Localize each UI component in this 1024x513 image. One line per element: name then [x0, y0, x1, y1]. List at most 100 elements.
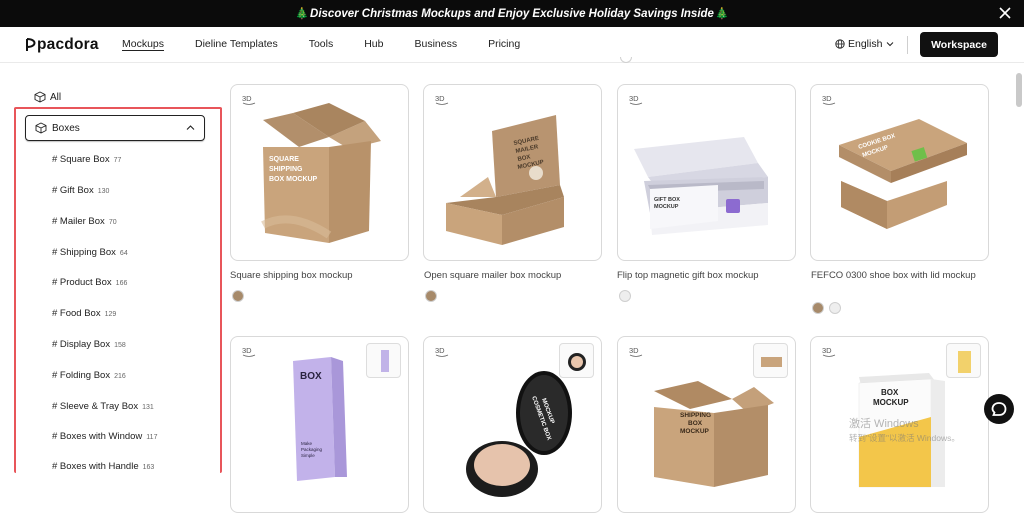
- subcategory-count: 64: [119, 250, 128, 257]
- svg-text:SHIPPING: SHIPPING: [680, 412, 711, 419]
- subcategory-folding-box[interactable]: # Folding Box 216: [52, 370, 126, 381]
- watermark-line2: 转到"设置"以激活 Windows。: [849, 433, 960, 443]
- purple-tall-box-image: BOX Make Packaging Simple: [293, 357, 347, 481]
- svg-text:MOCKUP: MOCKUP: [680, 428, 710, 435]
- close-icon[interactable]: [996, 4, 1014, 22]
- header-divider: [907, 36, 908, 54]
- subcategory-count: 129: [104, 311, 117, 318]
- card-title[interactable]: Flip top magnetic gift box mockup: [617, 270, 799, 282]
- mockup-card[interactable]: 3D COOKIE BOX MOCKUP: [810, 84, 989, 261]
- pacdora-logo[interactable]: pacdora: [25, 36, 99, 54]
- svg-text:BOX: BOX: [300, 371, 322, 382]
- mockup-card[interactable]: 3D GIFT BOX MOCKUP: [617, 84, 796, 261]
- promo-text[interactable]: Discover Christmas Mockups and Enjoy Exc…: [310, 8, 714, 20]
- mockup-card[interactable]: 3D SQUARE MAILER BOX MOCKUP: [423, 84, 602, 261]
- chat-button[interactable]: [984, 394, 1014, 424]
- chevron-up-icon: [186, 125, 195, 130]
- svg-text:MOCKUP: MOCKUP: [654, 204, 679, 210]
- workspace-button[interactable]: Workspace: [920, 32, 998, 57]
- nav-mockups[interactable]: Mockups: [122, 38, 164, 50]
- svg-text:MOCKUP: MOCKUP: [873, 398, 909, 407]
- nav-pricing[interactable]: Pricing: [488, 38, 520, 50]
- subcategory-label: # Boxes with Window: [52, 431, 143, 442]
- svg-text:BOX: BOX: [881, 388, 899, 397]
- shipping-box-image: SHIPPING BOX MOCKUP: [654, 381, 774, 487]
- color-swatch[interactable]: [232, 290, 244, 302]
- subcategory-count: 131: [142, 404, 154, 411]
- subcategory-boxes-with-handle[interactable]: # Boxes with Handle 163: [52, 461, 154, 472]
- category-boxes-label: Boxes: [52, 122, 80, 134]
- mockup-card[interactable]: 3D SHIPPING BOX MOCKUP: [617, 336, 796, 513]
- subcategory-label: # Sleeve & Tray Box: [52, 401, 139, 412]
- magnetic-gift-box-image: GIFT BOX MOCKUP: [634, 137, 768, 235]
- subcategory-shipping-box[interactable]: # Shipping Box 64: [52, 247, 128, 258]
- category-all-label: All: [50, 91, 62, 103]
- open-mailer-box-image: SQUARE MAILER BOX MOCKUP: [446, 115, 564, 245]
- subcategory-count: 163: [142, 464, 155, 471]
- windows-activation-watermark: 激活 Windows 转到"设置"以激活 Windows。: [849, 417, 960, 445]
- color-swatch[interactable]: [812, 302, 824, 314]
- subcategory-label: # Folding Box: [52, 370, 111, 381]
- christmas-tree-icon: 🎄: [295, 8, 310, 20]
- card-title[interactable]: FEFCO 0300 shoe box with lid mockup: [811, 270, 993, 282]
- subcategory-count: 70: [108, 219, 117, 226]
- mockup-card[interactable]: 3D BOX Make Packaging Simple: [230, 336, 409, 513]
- chevron-down-icon: [887, 42, 894, 47]
- color-swatch[interactable]: [829, 302, 841, 314]
- subcategory-product-box[interactable]: # Product Box 166: [52, 277, 127, 288]
- subcategory-gift-box[interactable]: # Gift Box 130: [52, 185, 109, 196]
- subcategory-label: # Display Box: [52, 339, 111, 350]
- category-boxes-toggle[interactable]: Boxes: [25, 115, 205, 141]
- subcategory-count: 158: [114, 342, 126, 349]
- subcategory-label: # Mailer Box: [52, 216, 105, 227]
- subcategory-food-box[interactable]: # Food Box 129: [52, 308, 116, 319]
- language-selector[interactable]: English: [835, 38, 897, 50]
- mockup-card[interactable]: 3D SQUARE SHIPPING BOX MOCKUP: [230, 84, 409, 261]
- nav-hub[interactable]: Hub: [364, 38, 383, 50]
- globe-icon: [835, 39, 845, 49]
- color-swatch[interactable]: [425, 290, 437, 302]
- svg-text:SQUARE: SQUARE: [269, 156, 299, 163]
- subcategory-label: # Shipping Box: [52, 247, 116, 258]
- watermark-line1: 激活 Windows: [849, 418, 919, 430]
- color-swatch[interactable]: [619, 290, 631, 302]
- square-shipping-box-image: SQUARE SHIPPING BOX MOCKUP: [261, 103, 381, 243]
- svg-text:Simple: Simple: [301, 453, 315, 458]
- christmas-tree-icon: 🎄: [714, 8, 729, 20]
- subcategory-label: # Square Box: [52, 154, 110, 165]
- subcategory-display-box[interactable]: # Display Box 158: [52, 339, 126, 350]
- language-label: English: [848, 38, 883, 50]
- subcategory-count: 77: [113, 157, 122, 164]
- subcategory-square-box[interactable]: # Square Box 77: [52, 154, 121, 165]
- promo-banner[interactable]: 🎄 Discover Christmas Mockups and Enjoy E…: [0, 0, 1024, 27]
- cosmetic-compact-image: COSMETIC BOX MOCKUP: [466, 371, 572, 497]
- card-title[interactable]: Square shipping box mockup: [230, 270, 412, 282]
- nav-dieline-templates[interactable]: Dieline Templates: [195, 38, 278, 50]
- site-header: pacdora Mockups Dieline Templates Tools …: [0, 27, 1024, 63]
- subcategory-label: # Boxes with Handle: [52, 461, 139, 472]
- subcategory-count: 130: [97, 188, 110, 195]
- cube-icon: [34, 91, 46, 103]
- subcategory-label: # Gift Box: [52, 185, 94, 196]
- subcategory-count: 166: [115, 280, 128, 287]
- category-all[interactable]: All: [34, 91, 61, 103]
- nav-tools[interactable]: Tools: [309, 38, 334, 50]
- subcategory-sleeve-tray-box[interactable]: # Sleeve & Tray Box 131: [52, 401, 154, 412]
- subcategory-mailer-box[interactable]: # Mailer Box 70: [52, 216, 117, 227]
- svg-text:SHIPPING: SHIPPING: [269, 166, 303, 173]
- shoe-box-with-lid-image: COOKIE BOX MOCKUP: [839, 119, 967, 229]
- svg-text:BOX: BOX: [688, 420, 703, 427]
- logo-text: pacdora: [37, 36, 99, 53]
- page-scrollbar[interactable]: [1016, 73, 1022, 107]
- svg-text:Packaging: Packaging: [301, 447, 323, 452]
- svg-text:BOX MOCKUP: BOX MOCKUP: [269, 176, 318, 183]
- subcategory-label: # Food Box: [52, 308, 101, 319]
- nav-business[interactable]: Business: [414, 38, 457, 50]
- mockup-card[interactable]: 3D COSMETIC BOX MOCKUP: [423, 336, 602, 513]
- subcategory-count: 216: [114, 373, 126, 380]
- subcategory-label: # Product Box: [52, 277, 112, 288]
- cube-icon: [35, 122, 47, 134]
- card-title[interactable]: Open square mailer box mockup: [424, 270, 606, 282]
- subcategory-count: 117: [146, 434, 158, 441]
- subcategory-boxes-with-window[interactable]: # Boxes with Window 117: [52, 431, 157, 442]
